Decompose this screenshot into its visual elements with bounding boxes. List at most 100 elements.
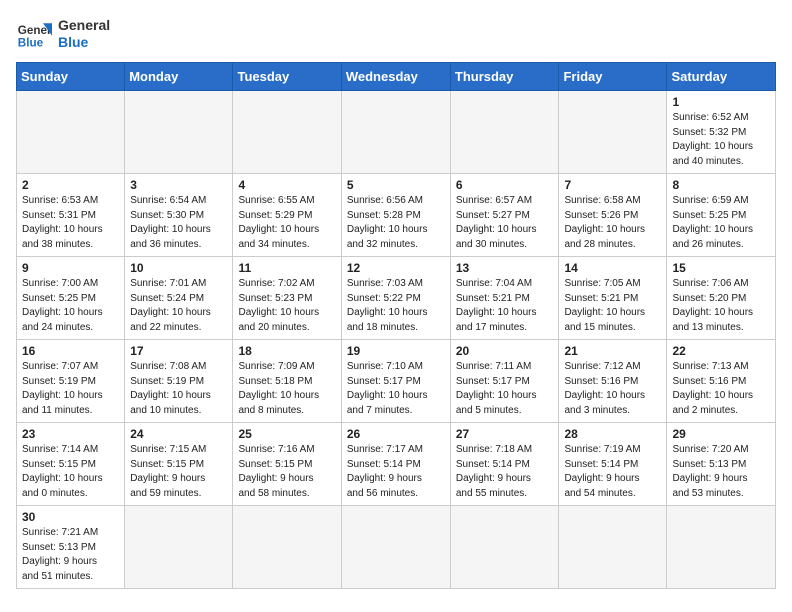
day-number: 1 (672, 95, 770, 109)
calendar-cell: 18 Sunrise: 7:09 AM Sunset: 5:18 PM Dayli… (233, 340, 341, 423)
weekday-header-monday: Monday (125, 63, 233, 91)
calendar-cell: 30 Sunrise: 7:21 AM Sunset: 5:13 PM Dayli… (17, 506, 125, 589)
day-info: Sunrise: 7:11 AM Sunset: 5:17 PM Dayligh… (456, 360, 554, 418)
day-info: Sunrise: 7:18 AM Sunset: 5:14 PM Dayligh… (456, 443, 554, 501)
calendar-cell: 9 Sunrise: 7:00 AM Sunset: 5:25 PM Daylig… (17, 257, 125, 340)
calendar-cell (17, 91, 125, 174)
day-info: Sunrise: 6:57 AM Sunset: 5:27 PM Dayligh… (456, 194, 554, 252)
logo: General Blue General Blue (16, 16, 110, 52)
calendar-cell (125, 91, 233, 174)
day-info: Sunrise: 7:01 AM Sunset: 5:24 PM Dayligh… (130, 277, 227, 335)
day-info: Sunrise: 7:13 AM Sunset: 5:16 PM Dayligh… (672, 360, 770, 418)
day-number: 4 (238, 178, 335, 192)
day-info: Sunrise: 7:06 AM Sunset: 5:20 PM Dayligh… (672, 277, 770, 335)
day-number: 9 (22, 261, 119, 275)
day-info: Sunrise: 7:21 AM Sunset: 5:13 PM Dayligh… (22, 526, 119, 584)
calendar-cell: 13 Sunrise: 7:04 AM Sunset: 5:21 PM Dayli… (450, 257, 559, 340)
day-info: Sunrise: 7:08 AM Sunset: 5:19 PM Dayligh… (130, 360, 227, 418)
day-info: Sunrise: 7:20 AM Sunset: 5:13 PM Dayligh… (672, 443, 770, 501)
day-number: 10 (130, 261, 227, 275)
calendar-cell: 7 Sunrise: 6:58 AM Sunset: 5:26 PM Daylig… (559, 174, 667, 257)
day-info: Sunrise: 6:58 AM Sunset: 5:26 PM Dayligh… (564, 194, 661, 252)
day-info: Sunrise: 7:09 AM Sunset: 5:18 PM Dayligh… (238, 360, 335, 418)
day-number: 19 (347, 344, 445, 358)
calendar-cell: 24Sunrise: 7:15 AM Sunset: 5:15 PM Dayli… (125, 423, 233, 506)
day-number: 29 (672, 427, 770, 441)
day-number: 17 (130, 344, 227, 358)
calendar-cell (125, 506, 233, 589)
day-info: Sunrise: 6:52 AM Sunset: 5:32 PM Dayligh… (672, 111, 770, 169)
calendar-cell: 22Sunrise: 7:13 AM Sunset: 5:16 PM Dayli… (667, 340, 776, 423)
calendar-cell (450, 506, 559, 589)
calendar-cell: 3 Sunrise: 6:54 AM Sunset: 5:30 PM Daylig… (125, 174, 233, 257)
day-number: 30 (22, 510, 119, 524)
day-number: 23 (22, 427, 119, 441)
day-info: Sunrise: 7:07 AM Sunset: 5:19 PM Dayligh… (22, 360, 119, 418)
calendar-cell: 1 Sunrise: 6:52 AM Sunset: 5:32 PM Daylig… (667, 91, 776, 174)
day-number: 26 (347, 427, 445, 441)
calendar-cell: 29 Sunrise: 7:20 AM Sunset: 5:13 PM Dayli… (667, 423, 776, 506)
day-number: 5 (347, 178, 445, 192)
day-info: Sunrise: 6:55 AM Sunset: 5:29 PM Dayligh… (238, 194, 335, 252)
day-info: Sunrise: 7:17 AM Sunset: 5:14 PM Dayligh… (347, 443, 445, 501)
logo-icon: General Blue (16, 16, 52, 52)
day-info: Sunrise: 6:56 AM Sunset: 5:28 PM Dayligh… (347, 194, 445, 252)
day-number: 27 (456, 427, 554, 441)
calendar-table: SundayMondayTuesdayWednesdayThursdayFrid… (16, 62, 776, 589)
day-number: 21 (564, 344, 661, 358)
day-info: Sunrise: 7:04 AM Sunset: 5:21 PM Dayligh… (456, 277, 554, 335)
calendar-cell: 2 Sunrise: 6:53 AM Sunset: 5:31 PM Daylig… (17, 174, 125, 257)
day-number: 14 (564, 261, 661, 275)
day-info: Sunrise: 6:53 AM Sunset: 5:31 PM Dayligh… (22, 194, 119, 252)
day-info: Sunrise: 7:15 AM Sunset: 5:15 PM Dayligh… (130, 443, 227, 501)
calendar-cell (233, 91, 341, 174)
day-info: Sunrise: 7:03 AM Sunset: 5:22 PM Dayligh… (347, 277, 445, 335)
day-number: 7 (564, 178, 661, 192)
calendar-cell: 14 Sunrise: 7:05 AM Sunset: 5:21 PM Dayli… (559, 257, 667, 340)
day-number: 25 (238, 427, 335, 441)
calendar-cell: 6Sunrise: 6:57 AM Sunset: 5:27 PM Daylig… (450, 174, 559, 257)
calendar-cell: 10 Sunrise: 7:01 AM Sunset: 5:24 PM Dayli… (125, 257, 233, 340)
weekday-header-wednesday: Wednesday (341, 63, 450, 91)
day-number: 16 (22, 344, 119, 358)
day-number: 2 (22, 178, 119, 192)
page-header: General Blue General Blue (16, 16, 776, 52)
calendar-cell (341, 91, 450, 174)
day-number: 28 (564, 427, 661, 441)
weekday-header-sunday: Sunday (17, 63, 125, 91)
calendar-cell (667, 506, 776, 589)
day-info: Sunrise: 6:59 AM Sunset: 5:25 PM Dayligh… (672, 194, 770, 252)
calendar-cell: 27 Sunrise: 7:18 AM Sunset: 5:14 PM Dayli… (450, 423, 559, 506)
day-number: 8 (672, 178, 770, 192)
calendar-cell: 21Sunrise: 7:12 AM Sunset: 5:16 PM Dayli… (559, 340, 667, 423)
calendar-cell: 26 Sunrise: 7:17 AM Sunset: 5:14 PM Dayli… (341, 423, 450, 506)
calendar-cell: 8 Sunrise: 6:59 AM Sunset: 5:25 PM Daylig… (667, 174, 776, 257)
calendar-cell (450, 91, 559, 174)
weekday-header-thursday: Thursday (450, 63, 559, 91)
logo-general-text: General (58, 17, 110, 34)
day-info: Sunrise: 7:00 AM Sunset: 5:25 PM Dayligh… (22, 277, 119, 335)
calendar-cell: 16 Sunrise: 7:07 AM Sunset: 5:19 PM Dayli… (17, 340, 125, 423)
day-number: 18 (238, 344, 335, 358)
day-info: Sunrise: 7:16 AM Sunset: 5:15 PM Dayligh… (238, 443, 335, 501)
calendar-cell (559, 91, 667, 174)
calendar-cell: 15Sunrise: 7:06 AM Sunset: 5:20 PM Dayli… (667, 257, 776, 340)
calendar-cell: 23 Sunrise: 7:14 AM Sunset: 5:15 PM Dayli… (17, 423, 125, 506)
weekday-header-saturday: Saturday (667, 63, 776, 91)
day-info: Sunrise: 7:10 AM Sunset: 5:17 PM Dayligh… (347, 360, 445, 418)
calendar-cell: 25 Sunrise: 7:16 AM Sunset: 5:15 PM Dayli… (233, 423, 341, 506)
calendar-cell (559, 506, 667, 589)
day-number: 20 (456, 344, 554, 358)
weekday-header-row: SundayMondayTuesdayWednesdayThursdayFrid… (17, 63, 776, 91)
day-number: 13 (456, 261, 554, 275)
calendar-cell: 28 Sunrise: 7:19 AM Sunset: 5:14 PM Dayli… (559, 423, 667, 506)
day-number: 3 (130, 178, 227, 192)
calendar-cell: 11Sunrise: 7:02 AM Sunset: 5:23 PM Dayli… (233, 257, 341, 340)
day-info: Sunrise: 6:54 AM Sunset: 5:30 PM Dayligh… (130, 194, 227, 252)
calendar-cell: 5 Sunrise: 6:56 AM Sunset: 5:28 PM Daylig… (341, 174, 450, 257)
day-info: Sunrise: 7:19 AM Sunset: 5:14 PM Dayligh… (564, 443, 661, 501)
day-info: Sunrise: 7:05 AM Sunset: 5:21 PM Dayligh… (564, 277, 661, 335)
day-info: Sunrise: 7:02 AM Sunset: 5:23 PM Dayligh… (238, 277, 335, 335)
day-info: Sunrise: 7:14 AM Sunset: 5:15 PM Dayligh… (22, 443, 119, 501)
calendar-cell: 17 Sunrise: 7:08 AM Sunset: 5:19 PM Dayli… (125, 340, 233, 423)
